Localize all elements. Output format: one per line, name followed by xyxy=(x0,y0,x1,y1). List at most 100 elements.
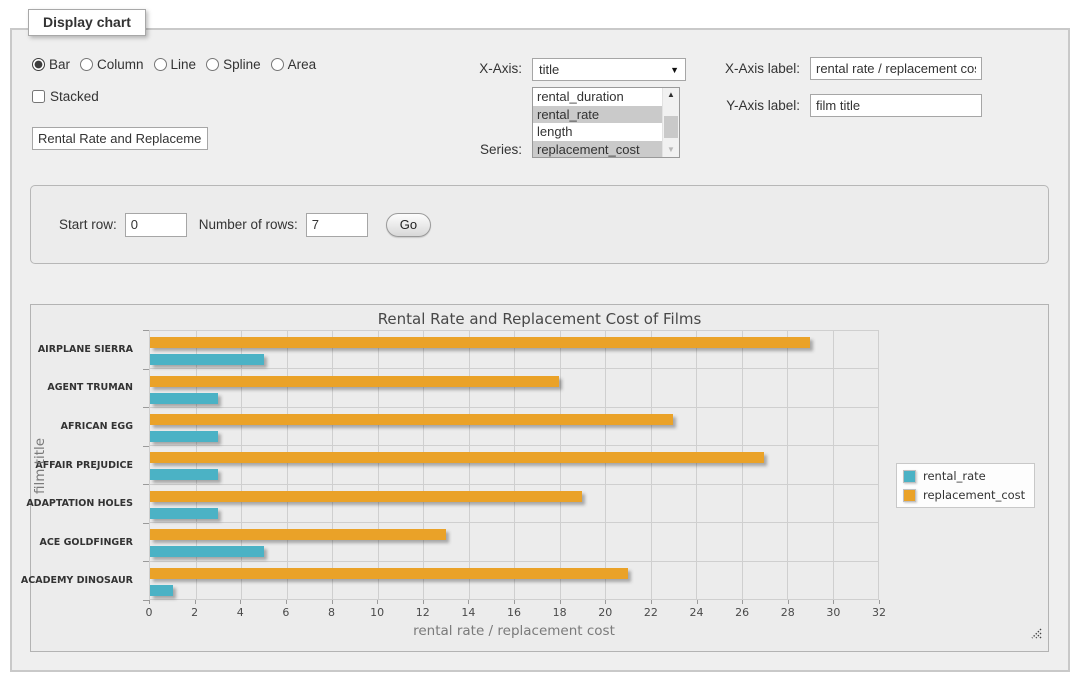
x-tick-mark xyxy=(879,600,880,604)
y-tick-mark xyxy=(143,330,149,331)
x-tick-mark xyxy=(332,600,333,604)
x-axis-select-label: X-Axis: xyxy=(432,61,522,76)
x-tick-mark xyxy=(195,600,196,604)
x-tick-label: 18 xyxy=(553,606,567,619)
bar-replacement_cost xyxy=(150,491,582,502)
chart-type-spline[interactable]: Spline xyxy=(206,57,261,72)
x-axis-label-caption: X-Axis label: xyxy=(702,61,800,76)
series-label: Series: xyxy=(432,142,522,157)
x-tick-mark xyxy=(788,600,789,604)
x-axis-title: rental rate / replacement cost xyxy=(149,623,879,639)
chart-type-label: Column xyxy=(97,57,144,72)
category-band xyxy=(150,331,878,369)
x-tick-mark xyxy=(560,600,561,604)
y-category-label: AIRPLANE SIERRA xyxy=(31,330,141,369)
chart-type-radio-area[interactable] xyxy=(271,58,284,71)
x-tick-label: 22 xyxy=(644,606,658,619)
chart-type-area[interactable]: Area xyxy=(271,57,317,72)
bar-rental_rate xyxy=(150,508,218,519)
x-tick-mark xyxy=(377,600,378,604)
legend-item: replacement_cost xyxy=(903,488,1025,502)
bar-replacement_cost xyxy=(150,529,446,540)
y-axis-label-input[interactable] xyxy=(810,94,982,117)
bar-rental_rate xyxy=(150,585,173,596)
category-band xyxy=(150,446,878,484)
x-tick-mark xyxy=(605,600,606,604)
x-tick-mark xyxy=(742,600,743,604)
category-band xyxy=(150,485,878,523)
num-rows-label: Number of rows: xyxy=(199,217,298,232)
chart-legend: rental_rate replacement_cost xyxy=(896,463,1035,508)
start-row-label: Start row: xyxy=(59,217,117,232)
x-tick-label: 16 xyxy=(507,606,521,619)
x-tick-mark xyxy=(468,600,469,604)
legend-label: replacement_cost xyxy=(923,488,1025,502)
legend-item: rental_rate xyxy=(903,469,1025,483)
bar-replacement_cost xyxy=(150,376,559,387)
chart-type-radio-line[interactable] xyxy=(154,58,167,71)
x-axis-label-input[interactable] xyxy=(810,57,982,80)
y-tick-mark xyxy=(143,484,149,485)
x-tick-label: 14 xyxy=(461,606,475,619)
x-tick-label: 6 xyxy=(282,606,289,619)
fieldset-legend: Display chart xyxy=(28,9,146,36)
chart-type-radio-spline[interactable] xyxy=(206,58,219,71)
scroll-up-icon[interactable]: ▲ xyxy=(663,88,679,102)
x-tick-label: 28 xyxy=(781,606,795,619)
bar-rental_rate xyxy=(150,354,264,365)
series-option-length[interactable]: length xyxy=(533,123,662,141)
x-tick-label: 0 xyxy=(146,606,153,619)
scrollbar-thumb[interactable] xyxy=(664,116,678,138)
num-rows-input[interactable] xyxy=(306,213,368,237)
display-chart-fieldset: Display chart BarColumnLineSplineArea St… xyxy=(10,28,1070,672)
scroll-down-icon[interactable]: ▼ xyxy=(663,143,679,157)
chart-type-line[interactable]: Line xyxy=(154,57,197,72)
y-tick-mark xyxy=(143,600,149,601)
y-category-label: ACE GOLDFINGER xyxy=(31,523,141,562)
x-tick-mark xyxy=(833,600,834,604)
y-category-label: AGENT TRUMAN xyxy=(31,369,141,408)
plot-area xyxy=(149,330,879,600)
bar-replacement_cost xyxy=(150,568,628,579)
go-button[interactable]: Go xyxy=(386,213,431,237)
stacked-checkbox[interactable] xyxy=(32,90,45,103)
page: Display chart Bar Column Line Spline Area St… xyxy=(0,0,1081,681)
row-range-panel: Start row: Number of rows: Go xyxy=(30,185,1049,264)
x-tick-label: 2 xyxy=(191,606,198,619)
x-axis-select[interactable]: title ▼ xyxy=(532,58,686,81)
resize-handle-icon[interactable] xyxy=(1030,627,1042,639)
series-scrollbar[interactable]: ▲ ▼ xyxy=(662,88,679,157)
x-tick-label: 4 xyxy=(237,606,244,619)
chart-type-radio-bar[interactable] xyxy=(32,58,45,71)
category-band xyxy=(150,562,878,599)
chart-type-label: Area xyxy=(288,57,317,72)
series-options: rental_durationrental_ratelengthreplacem… xyxy=(533,88,662,157)
bars-layer xyxy=(150,331,878,599)
x-tick-label: 32 xyxy=(872,606,886,619)
x-tick-mark xyxy=(651,600,652,604)
y-category-label: ACADEMY DINOSAUR xyxy=(31,561,141,600)
series-listbox[interactable]: rental_durationrental_ratelengthreplacem… xyxy=(532,87,680,158)
x-tick-mark xyxy=(149,600,150,604)
chart-type-bar[interactable]: Bar xyxy=(32,57,70,72)
x-tick-label: 8 xyxy=(328,606,335,619)
chart-type-column[interactable]: Column xyxy=(80,57,144,72)
chart-title-input[interactable] xyxy=(32,127,208,150)
x-tick-mark xyxy=(240,600,241,604)
x-tick-label: 12 xyxy=(416,606,430,619)
x-tick-label: 26 xyxy=(735,606,749,619)
chart-type-radio-column[interactable] xyxy=(80,58,93,71)
chart-title: Rental Rate and Replacement Cost of Film… xyxy=(31,310,1048,328)
series-option-rental_rate[interactable]: rental_rate xyxy=(533,106,662,124)
series-option-rental_duration[interactable]: rental_duration xyxy=(533,88,662,106)
start-row-input[interactable] xyxy=(125,213,187,237)
x-tick-mark xyxy=(697,600,698,604)
bar-replacement_cost xyxy=(150,452,764,463)
chart-container: Rental Rate and Replacement Cost of Film… xyxy=(30,304,1049,652)
x-axis-selected-value: title xyxy=(539,62,670,77)
bar-replacement_cost xyxy=(150,337,810,348)
y-tick-mark xyxy=(143,561,149,562)
bar-rental_rate xyxy=(150,431,218,442)
series-option-replacement_cost[interactable]: replacement_cost xyxy=(533,141,662,158)
stacked-checkbox-row[interactable]: Stacked xyxy=(32,89,99,104)
